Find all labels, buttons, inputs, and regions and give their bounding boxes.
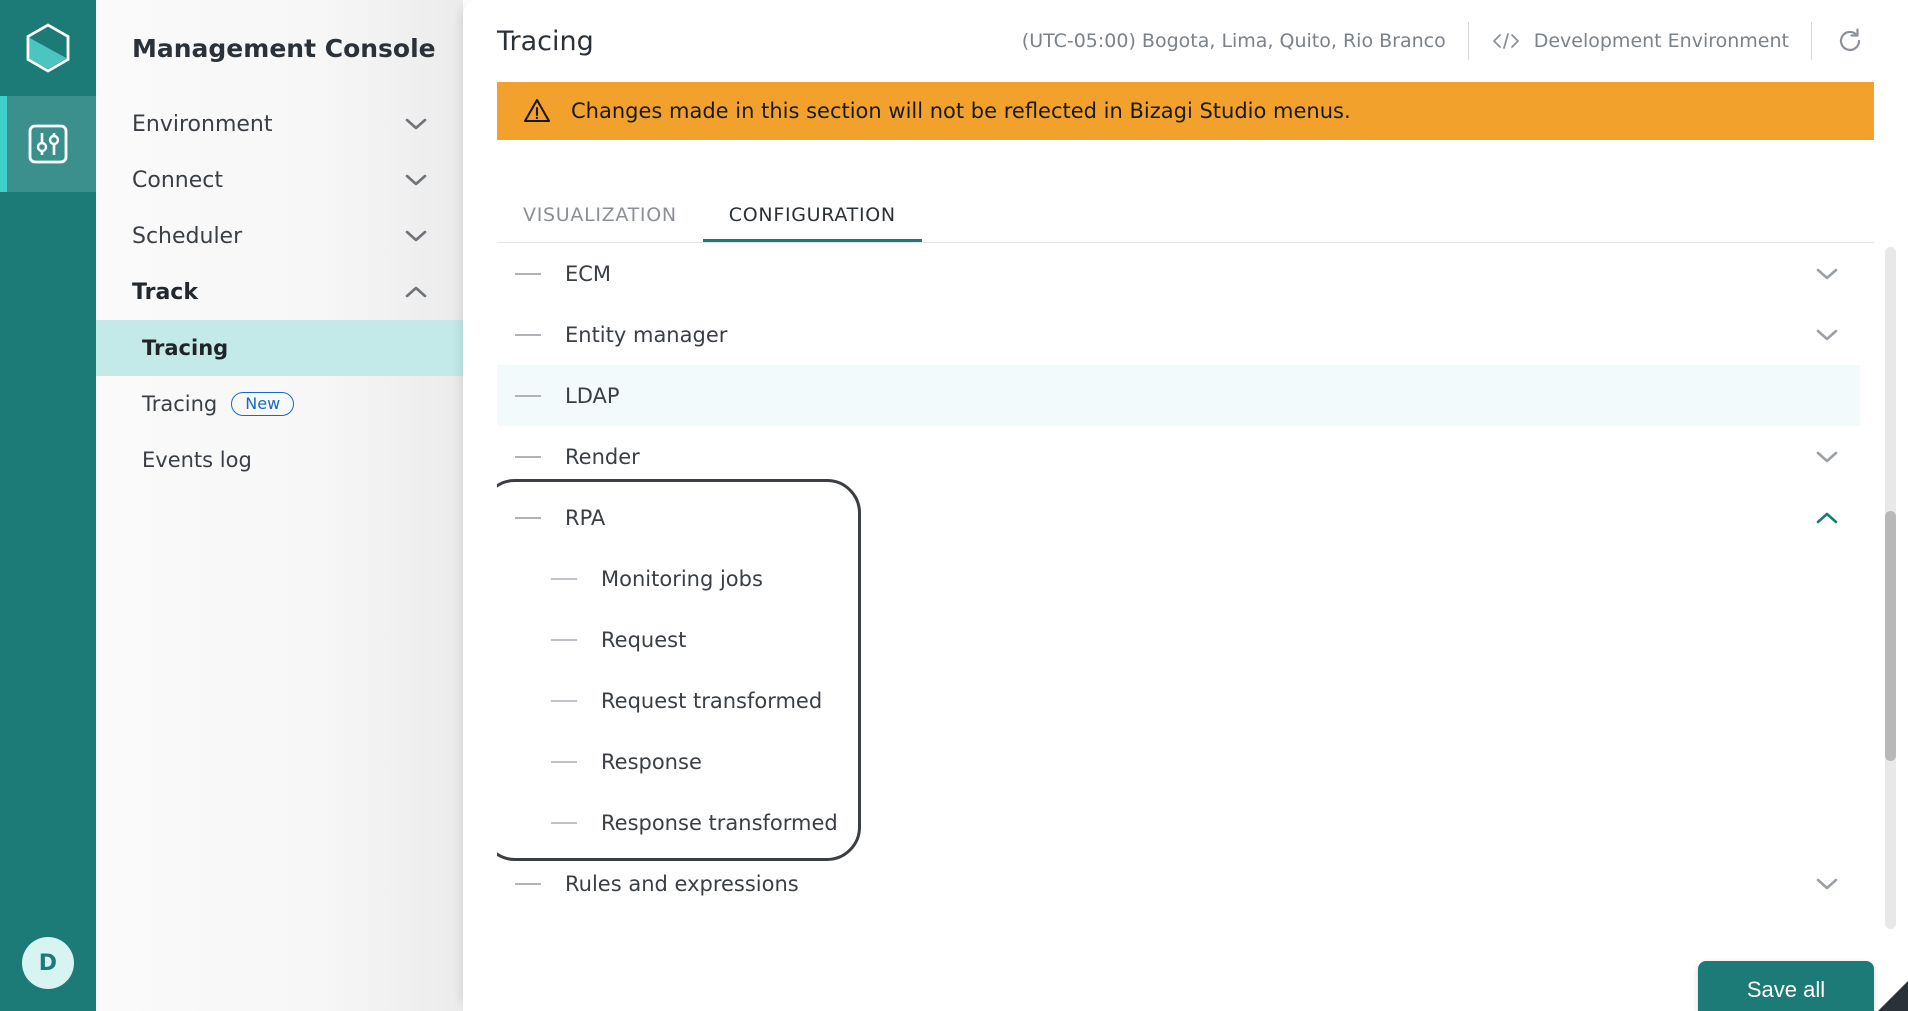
app-root: D Management Console Environment Connect…: [0, 0, 1908, 1011]
chevron-down-icon[interactable]: [1816, 267, 1860, 281]
config-row[interactable]: Scheduler: [497, 914, 1860, 934]
config-row[interactable]: Response transformed: [497, 792, 1860, 853]
environment-selector[interactable]: Development Environment: [1469, 30, 1811, 52]
chevron-up-icon[interactable]: [1816, 511, 1860, 525]
sidebar-group-scheduler[interactable]: Scheduler: [96, 208, 463, 264]
config-row[interactable]: LDAP: [497, 365, 1860, 426]
dash-icon: [551, 699, 577, 702]
sidebar: Management Console Environment Connect S…: [96, 0, 463, 1011]
config-row-label: Rules and expressions: [565, 871, 799, 896]
config-row[interactable]: Render: [497, 426, 1860, 487]
dash-icon: [515, 455, 541, 458]
chevron-down-icon: [405, 117, 427, 131]
warning-banner: Changes made in this section will not be…: [497, 82, 1874, 140]
dash-icon: [551, 760, 577, 763]
config-row-label: Response transformed: [601, 810, 838, 835]
config-row-label: Response: [601, 749, 702, 774]
sidebar-group-label: Scheduler: [132, 223, 243, 249]
dash-icon: [551, 577, 577, 580]
sidebar-item-events-log[interactable]: Events log: [96, 432, 463, 488]
refresh-icon: [1836, 27, 1864, 55]
configuration-list-inner: ECM Entity manager LDAP Render RPA Monitoring…: [497, 243, 1908, 933]
top-bar: Tracing (UTC-05:00) Bogota, Lima, Quito,…: [463, 0, 1908, 82]
sidebar-group-connect[interactable]: Connect: [96, 152, 463, 208]
environment-label: Development Environment: [1533, 30, 1789, 52]
code-brackets-icon: [1491, 31, 1521, 51]
dash-icon: [515, 272, 541, 275]
config-row[interactable]: Request transformed: [497, 670, 1860, 731]
chevron-down-icon: [405, 229, 427, 243]
sidebar-group-label: Connect: [132, 167, 223, 193]
page-title: Tracing: [497, 25, 594, 57]
sidebar-item-tracing[interactable]: Tracing: [96, 320, 463, 376]
chevron-down-icon[interactable]: [1816, 877, 1860, 891]
config-row-label: Request transformed: [601, 688, 823, 713]
list-scrollbar[interactable]: [1885, 243, 1896, 933]
avatar-container[interactable]: D: [0, 915, 96, 1011]
config-row-label: Entity manager: [565, 322, 728, 347]
dash-icon: [551, 638, 577, 641]
new-badge: New: [231, 391, 295, 417]
config-row[interactable]: RPA: [497, 487, 1860, 548]
app-logo[interactable]: [0, 0, 96, 96]
config-row[interactable]: Response: [497, 731, 1860, 792]
sidebar-item-label: Tracing: [142, 392, 218, 416]
warning-triangle-icon: [523, 98, 551, 124]
dash-icon: [515, 516, 541, 519]
chevron-up-icon: [405, 285, 427, 299]
top-bar-right: (UTC-05:00) Bogota, Lima, Quito, Rio Bra…: [1022, 22, 1874, 60]
bizagi-hexagon-logo-icon: [25, 23, 71, 73]
config-row-label: Monitoring jobs: [601, 566, 763, 591]
corner-fold-decoration: [1878, 981, 1908, 1011]
sidebar-group-environment[interactable]: Environment: [96, 96, 463, 152]
sidebar-item-label: Tracing: [142, 336, 229, 360]
chevron-down-icon: [405, 173, 427, 187]
dash-icon: [551, 821, 577, 824]
dash-icon: [515, 882, 541, 885]
icon-rail: D: [0, 0, 96, 1011]
sidebar-group-track[interactable]: Track: [96, 264, 463, 320]
dash-icon: [515, 333, 541, 336]
sidebar-item-label: Events log: [142, 448, 252, 472]
refresh-button[interactable]: [1812, 27, 1874, 55]
config-row-label: Scheduler: [565, 933, 670, 934]
config-row-label: LDAP: [565, 383, 620, 408]
rail-item-settings[interactable]: [0, 96, 96, 192]
dash-icon: [515, 394, 541, 397]
config-row-label: RPA: [565, 505, 606, 530]
scrollbar-thumb[interactable]: [1885, 511, 1896, 761]
config-row[interactable]: Rules and expressions: [497, 853, 1860, 914]
tab-configuration[interactable]: CONFIGURATION: [703, 192, 922, 242]
config-row[interactable]: ECM: [497, 243, 1860, 304]
save-all-button[interactable]: Save all: [1698, 961, 1874, 1011]
config-row[interactable]: Request: [497, 609, 1860, 670]
config-row[interactable]: Entity manager: [497, 304, 1860, 365]
main-panel: Tracing (UTC-05:00) Bogota, Lima, Quito,…: [463, 0, 1908, 1011]
warning-banner-text: Changes made in this section will not be…: [571, 99, 1351, 123]
sidebar-group-label: Environment: [132, 111, 273, 137]
config-row[interactable]: Monitoring jobs: [497, 548, 1860, 609]
sidebar-group-label: Track: [132, 279, 198, 305]
sliders-icon: [24, 120, 72, 168]
sidebar-item-tracing-new[interactable]: Tracing New: [96, 376, 463, 432]
timezone-label: (UTC-05:00) Bogota, Lima, Quito, Rio Bra…: [1021, 30, 1446, 52]
avatar[interactable]: D: [22, 937, 74, 989]
configuration-list: ECM Entity manager LDAP Render RPA Monitoring…: [497, 243, 1908, 933]
chevron-down-icon[interactable]: [1816, 450, 1860, 464]
config-row-label: ECM: [565, 261, 612, 286]
sidebar-title: Management Console: [132, 33, 436, 63]
tab-bar: VISUALIZATION CONFIGURATION: [497, 192, 1874, 243]
config-row-label: Render: [565, 444, 640, 469]
tab-visualization[interactable]: VISUALIZATION: [497, 192, 703, 242]
chevron-down-icon[interactable]: [1816, 328, 1860, 342]
config-row-label: Request: [601, 627, 687, 652]
